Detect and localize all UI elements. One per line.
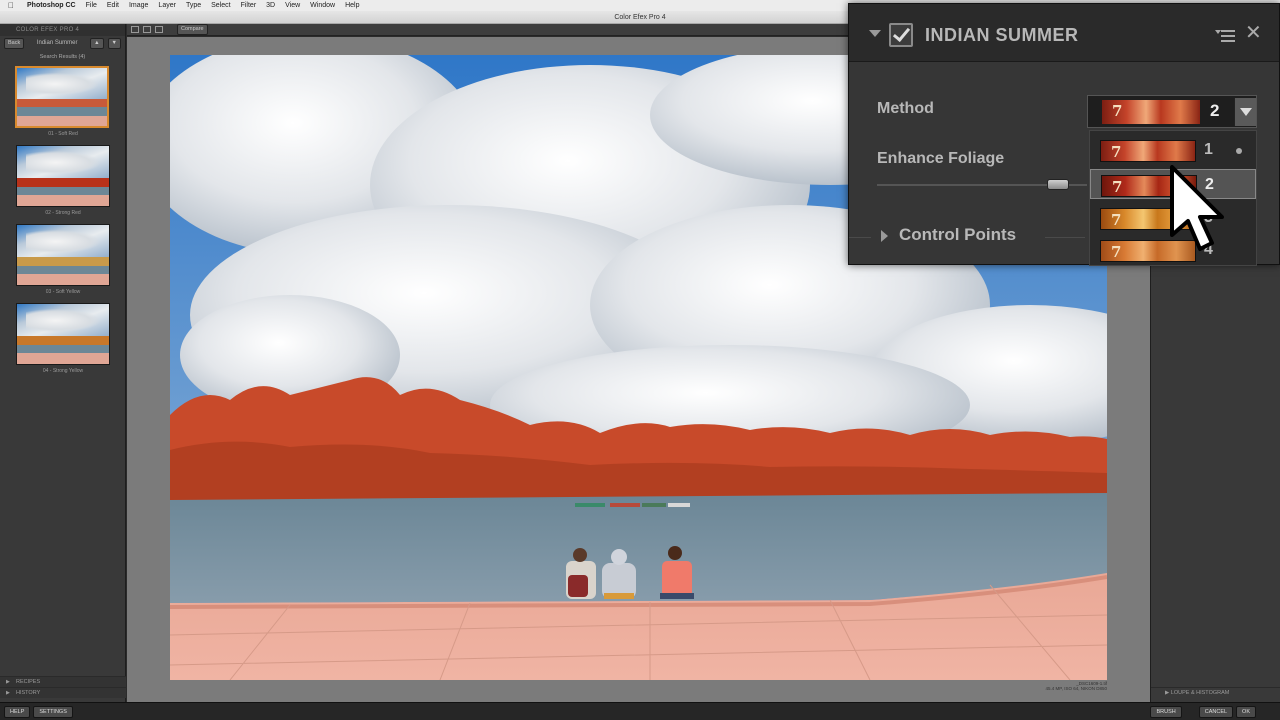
method-dropdown[interactable]: 7 2 (1087, 95, 1257, 128)
preset-label: 02 - Strong Red (45, 210, 81, 216)
selected-dot-icon (1236, 148, 1242, 154)
side-by-side-icon[interactable] (155, 26, 163, 33)
method-swatch: 7 (1102, 100, 1200, 124)
photo-caption: _DSC1609-1.tif 45.4 MP, ISO 64, NIKON D8… (1017, 681, 1107, 691)
method-label: Method (877, 100, 934, 117)
recipes-section[interactable]: ▶ RECIPES (0, 676, 126, 687)
bottom-action-bar: HELP SETTINGS BRUSH CANCEL OK (0, 702, 1280, 720)
swatch-glyph: 7 (1111, 143, 1122, 161)
back-button[interactable]: Back (4, 37, 25, 49)
photo-meta: 45.4 MP, ISO 64, NIKON D850 (1045, 686, 1107, 691)
menu-edit[interactable]: Edit (102, 0, 124, 11)
menu-image[interactable]: Image (124, 0, 153, 11)
swatch-glyph: 7 (1112, 178, 1123, 196)
method-option-number: 1 (1204, 141, 1213, 158)
menu-type[interactable]: Type (181, 0, 206, 11)
next-filter-button[interactable]: ▼ (107, 37, 121, 49)
divider (849, 237, 871, 238)
menu-select[interactable]: Select (206, 0, 235, 11)
loupe-histogram-label: LOUPE & HISTOGRAM (1170, 690, 1230, 696)
control-points-label[interactable]: Control Points (899, 225, 1016, 245)
divider (1045, 237, 1085, 238)
filter-nav-row: Back Indian Summer ▲ ▼ (0, 36, 125, 50)
split-view-icon[interactable] (143, 26, 151, 33)
chevron-down-icon (1240, 108, 1252, 116)
menu-view[interactable]: View (280, 0, 305, 11)
method-value: 2 (1210, 101, 1220, 120)
enhance-foliage-label: Enhance Foliage (877, 150, 1005, 167)
preset-thumb-4[interactable] (16, 303, 110, 365)
preset-label: 04 - Strong Yellow (42, 368, 84, 374)
ok-button[interactable]: OK (1236, 705, 1256, 718)
swatch-glyph: 7 (1112, 102, 1123, 120)
preset-label: 01 - Soft Red (48, 131, 78, 137)
prev-filter-button[interactable]: ▲ (90, 37, 104, 49)
menu-filter[interactable]: Filter (236, 0, 262, 11)
collapse-triangle-icon[interactable] (869, 30, 881, 37)
method-swatch: 7 (1100, 140, 1196, 162)
checkmark-icon (892, 23, 911, 43)
menu-window[interactable]: Window (305, 0, 340, 11)
preset-thumb-2[interactable] (16, 145, 110, 207)
method-option-1[interactable]: 7 1 (1090, 135, 1256, 165)
expand-triangle-icon[interactable] (881, 230, 888, 242)
expand-icon: ▶ (6, 690, 10, 696)
compare-button[interactable]: Compare (177, 24, 208, 35)
filter-name: Indian Summer (36, 40, 78, 46)
mouse-pointer-icon (1170, 165, 1224, 251)
panel-header: COLOR EFEX PRO 4 (0, 24, 125, 36)
preset-thumb-3[interactable] (16, 224, 110, 286)
left-panel-footer: ▶ RECIPES ▶ HISTORY (0, 676, 126, 698)
filter-header: INDIAN SUMMER ✕ (849, 4, 1279, 62)
single-view-icon[interactable] (131, 26, 139, 33)
panel-menu-icon[interactable] (1215, 28, 1237, 44)
search-results-label: Search Results (4) (39, 54, 86, 60)
swatch-glyph: 7 (1111, 243, 1122, 261)
recipes-label: RECIPES (16, 679, 41, 685)
close-icon[interactable]: ✕ (1245, 23, 1262, 43)
swatch-glyph: 7 (1111, 211, 1122, 229)
settings-button[interactable]: SETTINGS (33, 705, 73, 718)
presets-panel: COLOR EFEX PRO 4 Back Indian Summer ▲ ▼ … (0, 24, 126, 702)
cancel-button[interactable]: CANCEL (1198, 705, 1234, 718)
apple-icon[interactable]:  (0, 1, 22, 10)
enhance-foliage-slider-handle[interactable] (1046, 179, 1069, 190)
preset-thumb-1[interactable] (15, 66, 109, 128)
menu-file[interactable]: File (81, 0, 102, 11)
history-section[interactable]: ▶ HISTORY (0, 687, 126, 698)
brush-button[interactable]: BRUSH (1150, 705, 1182, 718)
dropdown-arrow-button[interactable] (1234, 98, 1256, 126)
help-button[interactable]: HELP (4, 705, 31, 718)
menu-layer[interactable]: Layer (153, 0, 181, 11)
menu-3d[interactable]: 3D (261, 0, 280, 11)
loupe-histogram-section[interactable]: ▶ LOUPE & HISTOGRAM (1151, 687, 1280, 698)
history-label: HISTORY (16, 690, 41, 696)
menu-help[interactable]: Help (340, 0, 364, 11)
menu-app-name[interactable]: Photoshop CC (22, 0, 81, 11)
filter-title: INDIAN SUMMER (925, 25, 1079, 45)
preset-label: 03 - Soft Yellow (45, 289, 81, 295)
filter-enable-checkbox[interactable] (889, 23, 913, 47)
